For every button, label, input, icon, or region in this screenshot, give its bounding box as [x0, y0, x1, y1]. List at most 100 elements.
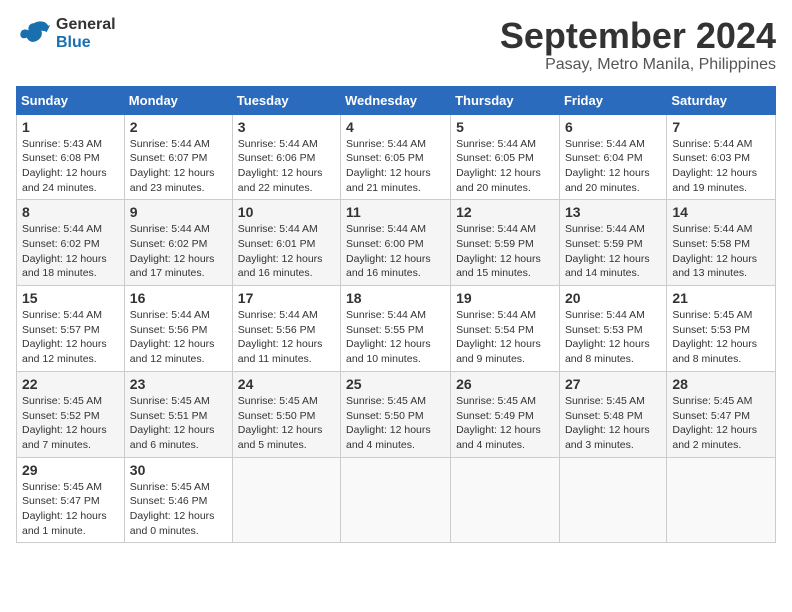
sunset-label: Sunset: 5:51 PM — [130, 410, 208, 422]
day-info: Sunrise: 5:44 AM Sunset: 6:03 PM Dayligh… — [672, 137, 770, 196]
day-info: Sunrise: 5:44 AM Sunset: 6:01 PM Dayligh… — [238, 222, 335, 281]
sunrise-label: Sunrise: 5:45 AM — [238, 395, 318, 407]
calendar-cell: 28 Sunrise: 5:45 AM Sunset: 5:47 PM Dayl… — [667, 371, 776, 457]
sunrise-label: Sunrise: 5:44 AM — [565, 223, 645, 235]
sunrise-label: Sunrise: 5:44 AM — [130, 138, 210, 150]
daylight-label: Daylight: 12 hours and 2 minutes. — [672, 424, 757, 451]
col-thursday: Thursday — [451, 86, 560, 114]
day-number: 24 — [238, 376, 335, 392]
day-info: Sunrise: 5:44 AM Sunset: 5:53 PM Dayligh… — [565, 308, 661, 367]
sunrise-label: Sunrise: 5:45 AM — [22, 481, 102, 493]
daylight-label: Daylight: 12 hours and 10 minutes. — [346, 338, 431, 365]
day-number: 5 — [456, 119, 554, 135]
calendar-cell: 24 Sunrise: 5:45 AM Sunset: 5:50 PM Dayl… — [232, 371, 340, 457]
col-monday: Monday — [124, 86, 232, 114]
calendar-cell: 17 Sunrise: 5:44 AM Sunset: 5:56 PM Dayl… — [232, 286, 340, 372]
daylight-label: Daylight: 12 hours and 9 minutes. — [456, 338, 541, 365]
daylight-label: Daylight: 12 hours and 8 minutes. — [565, 338, 650, 365]
sunset-label: Sunset: 5:56 PM — [238, 324, 316, 336]
day-info: Sunrise: 5:44 AM Sunset: 5:56 PM Dayligh… — [130, 308, 227, 367]
day-info: Sunrise: 5:44 AM Sunset: 6:05 PM Dayligh… — [456, 137, 554, 196]
day-info: Sunrise: 5:45 AM Sunset: 5:49 PM Dayligh… — [456, 394, 554, 453]
calendar-cell: 11 Sunrise: 5:44 AM Sunset: 6:00 PM Dayl… — [341, 200, 451, 286]
daylight-label: Daylight: 12 hours and 14 minutes. — [565, 253, 650, 280]
calendar-row: 15 Sunrise: 5:44 AM Sunset: 5:57 PM Dayl… — [17, 286, 776, 372]
daylight-label: Daylight: 12 hours and 16 minutes. — [238, 253, 323, 280]
day-info: Sunrise: 5:44 AM Sunset: 6:07 PM Dayligh… — [130, 137, 227, 196]
day-number: 20 — [565, 290, 661, 306]
sunrise-label: Sunrise: 5:44 AM — [456, 309, 536, 321]
calendar-cell: 27 Sunrise: 5:45 AM Sunset: 5:48 PM Dayl… — [559, 371, 666, 457]
calendar-cell: 2 Sunrise: 5:44 AM Sunset: 6:07 PM Dayli… — [124, 114, 232, 200]
calendar-cell — [451, 457, 560, 543]
calendar-cell: 26 Sunrise: 5:45 AM Sunset: 5:49 PM Dayl… — [451, 371, 560, 457]
daylight-label: Daylight: 12 hours and 20 minutes. — [565, 167, 650, 194]
daylight-label: Daylight: 12 hours and 17 minutes. — [130, 253, 215, 280]
day-number: 18 — [346, 290, 445, 306]
calendar-cell: 10 Sunrise: 5:44 AM Sunset: 6:01 PM Dayl… — [232, 200, 340, 286]
sunset-label: Sunset: 5:56 PM — [130, 324, 208, 336]
daylight-label: Daylight: 12 hours and 19 minutes. — [672, 167, 757, 194]
calendar-cell: 23 Sunrise: 5:45 AM Sunset: 5:51 PM Dayl… — [124, 371, 232, 457]
title-block: September 2024 Pasay, Metro Manila, Phil… — [500, 16, 776, 74]
day-info: Sunrise: 5:45 AM Sunset: 5:53 PM Dayligh… — [672, 308, 770, 367]
sunset-label: Sunset: 6:07 PM — [130, 152, 208, 164]
day-number: 16 — [130, 290, 227, 306]
day-number: 1 — [22, 119, 119, 135]
daylight-label: Daylight: 12 hours and 20 minutes. — [456, 167, 541, 194]
calendar-cell: 7 Sunrise: 5:44 AM Sunset: 6:03 PM Dayli… — [667, 114, 776, 200]
day-number: 21 — [672, 290, 770, 306]
day-number: 10 — [238, 204, 335, 220]
day-number: 28 — [672, 376, 770, 392]
sunset-label: Sunset: 6:01 PM — [238, 238, 316, 250]
sunset-label: Sunset: 5:47 PM — [22, 495, 100, 507]
sunset-label: Sunset: 5:47 PM — [672, 410, 750, 422]
calendar-cell: 8 Sunrise: 5:44 AM Sunset: 6:02 PM Dayli… — [17, 200, 125, 286]
day-number: 3 — [238, 119, 335, 135]
sunrise-label: Sunrise: 5:44 AM — [565, 309, 645, 321]
sunrise-label: Sunrise: 5:44 AM — [346, 309, 426, 321]
day-number: 17 — [238, 290, 335, 306]
daylight-label: Daylight: 12 hours and 22 minutes. — [238, 167, 323, 194]
day-number: 14 — [672, 204, 770, 220]
daylight-label: Daylight: 12 hours and 11 minutes. — [238, 338, 323, 365]
sunrise-label: Sunrise: 5:44 AM — [456, 138, 536, 150]
sunset-label: Sunset: 5:59 PM — [456, 238, 534, 250]
sunset-label: Sunset: 6:02 PM — [130, 238, 208, 250]
sunset-label: Sunset: 5:50 PM — [238, 410, 316, 422]
daylight-label: Daylight: 12 hours and 12 minutes. — [130, 338, 215, 365]
sunset-label: Sunset: 5:53 PM — [565, 324, 643, 336]
sunrise-label: Sunrise: 5:43 AM — [22, 138, 102, 150]
day-info: Sunrise: 5:45 AM Sunset: 5:47 PM Dayligh… — [672, 394, 770, 453]
sunset-label: Sunset: 6:03 PM — [672, 152, 750, 164]
day-info: Sunrise: 5:44 AM Sunset: 6:02 PM Dayligh… — [22, 222, 119, 281]
sunrise-label: Sunrise: 5:45 AM — [456, 395, 536, 407]
sunrise-label: Sunrise: 5:44 AM — [22, 223, 102, 235]
day-number: 15 — [22, 290, 119, 306]
day-info: Sunrise: 5:44 AM Sunset: 5:59 PM Dayligh… — [456, 222, 554, 281]
calendar-cell: 18 Sunrise: 5:44 AM Sunset: 5:55 PM Dayl… — [341, 286, 451, 372]
sunrise-label: Sunrise: 5:44 AM — [22, 309, 102, 321]
sunrise-label: Sunrise: 5:44 AM — [565, 138, 645, 150]
day-number: 30 — [130, 462, 227, 478]
col-wednesday: Wednesday — [341, 86, 451, 114]
sunset-label: Sunset: 5:50 PM — [346, 410, 424, 422]
daylight-label: Daylight: 12 hours and 0 minutes. — [130, 510, 215, 537]
sunrise-label: Sunrise: 5:44 AM — [130, 309, 210, 321]
day-info: Sunrise: 5:44 AM Sunset: 5:54 PM Dayligh… — [456, 308, 554, 367]
logo-bird-icon — [16, 16, 52, 52]
day-number: 27 — [565, 376, 661, 392]
day-info: Sunrise: 5:44 AM Sunset: 6:06 PM Dayligh… — [238, 137, 335, 196]
sunset-label: Sunset: 6:04 PM — [565, 152, 643, 164]
logo: General Blue — [16, 16, 116, 52]
sunrise-label: Sunrise: 5:44 AM — [346, 138, 426, 150]
daylight-label: Daylight: 12 hours and 21 minutes. — [346, 167, 431, 194]
daylight-label: Daylight: 12 hours and 24 minutes. — [22, 167, 107, 194]
calendar-cell: 21 Sunrise: 5:45 AM Sunset: 5:53 PM Dayl… — [667, 286, 776, 372]
calendar-header-row: Sunday Monday Tuesday Wednesday Thursday… — [17, 86, 776, 114]
day-info: Sunrise: 5:45 AM Sunset: 5:48 PM Dayligh… — [565, 394, 661, 453]
calendar-cell: 19 Sunrise: 5:44 AM Sunset: 5:54 PM Dayl… — [451, 286, 560, 372]
sunset-label: Sunset: 5:48 PM — [565, 410, 643, 422]
calendar-cell — [667, 457, 776, 543]
day-info: Sunrise: 5:45 AM Sunset: 5:51 PM Dayligh… — [130, 394, 227, 453]
